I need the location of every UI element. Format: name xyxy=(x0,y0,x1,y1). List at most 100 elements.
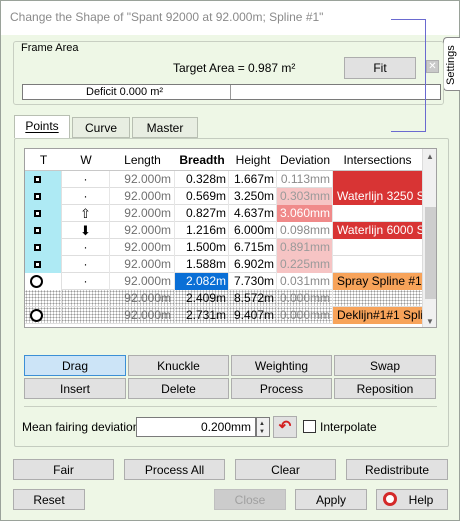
grid-vertical-scrollbar[interactable]: ▲ ▼ xyxy=(422,149,436,327)
deviation-cell[interactable]: 0.031mm xyxy=(277,273,333,290)
weight-cell[interactable] xyxy=(62,290,110,307)
length-cell[interactable]: 92.000m xyxy=(110,256,175,273)
breadth-cell[interactable]: 2.082m xyxy=(175,273,229,290)
spin-down-icon[interactable]: ▼ xyxy=(259,429,265,435)
weight-cell[interactable]: · xyxy=(62,239,110,256)
height-cell[interactable]: 6.715m xyxy=(229,239,277,256)
col-header-intersections[interactable]: Intersections xyxy=(333,153,422,167)
intersection-cell[interactable]: Deklijn#1#1 Spline # xyxy=(333,307,422,324)
intersection-cell[interactable] xyxy=(333,239,422,256)
weight-cell[interactable]: · xyxy=(62,256,110,273)
col-header-breadth[interactable]: Breadth xyxy=(175,153,229,167)
process-all-button[interactable]: Process All xyxy=(124,459,225,480)
table-row[interactable]: · 92.000m 1.500m 6.715m 0.891mm xyxy=(25,239,422,256)
fair-button[interactable]: Fair xyxy=(13,459,114,480)
height-cell[interactable]: 6.000m xyxy=(229,222,277,239)
breadth-cell[interactable]: 1.588m xyxy=(175,256,229,273)
table-row[interactable]: · 92.000m 1.588m 6.902m 0.225mm xyxy=(25,256,422,273)
breadth-cell[interactable]: 0.827m xyxy=(175,205,229,222)
deviation-cell[interactable]: 0.303mm xyxy=(277,188,333,205)
tab-master[interactable]: Master xyxy=(132,117,198,138)
deviation-cell[interactable]: 3.060mm xyxy=(277,205,333,222)
deviation-cell[interactable]: 0.225mm xyxy=(277,256,333,273)
height-cell[interactable]: 3.250m xyxy=(229,188,277,205)
height-cell[interactable]: 6.902m xyxy=(229,256,277,273)
col-header-t[interactable]: T xyxy=(25,153,62,167)
insert-button[interactable]: Insert xyxy=(24,378,126,399)
type-cell[interactable] xyxy=(25,171,62,188)
height-cell[interactable]: 9.407m xyxy=(229,307,277,324)
close-frame-area-icon[interactable]: ✕ xyxy=(426,60,439,73)
spin-up-icon[interactable]: ▲ xyxy=(259,421,265,427)
tab-points[interactable]: Points xyxy=(14,115,70,138)
breadth-cell[interactable]: 1.500m xyxy=(175,239,229,256)
deviation-cell[interactable]: 0.098mm xyxy=(277,222,333,239)
deviation-cell[interactable]: 0.000mm xyxy=(277,290,333,307)
type-cell[interactable] xyxy=(25,273,62,290)
redistribute-button[interactable]: Redistribute xyxy=(346,459,448,480)
length-cell[interactable]: 92.000m xyxy=(110,239,175,256)
height-cell[interactable]: 4.637m xyxy=(229,205,277,222)
weight-cell[interactable]: · xyxy=(62,273,110,290)
interpolate-checkbox[interactable] xyxy=(303,420,316,433)
weight-cell[interactable] xyxy=(62,307,110,324)
knuckle-button[interactable]: Knuckle xyxy=(128,355,229,376)
col-header-height[interactable]: Height xyxy=(229,153,277,167)
points-grid[interactable]: T W Length Breadth Height Deviation Inte… xyxy=(24,148,437,328)
length-cell[interactable]: 92.000m xyxy=(110,171,175,188)
intersection-cell[interactable] xyxy=(333,256,422,273)
swap-button[interactable]: Swap xyxy=(334,355,436,376)
weight-cell[interactable]: ⇧ xyxy=(62,205,110,222)
breadth-cell[interactable]: 2.409m xyxy=(175,290,229,307)
type-cell[interactable] xyxy=(25,239,62,256)
clear-button[interactable]: Clear xyxy=(235,459,336,480)
length-cell[interactable]: 92.000m xyxy=(110,188,175,205)
table-row[interactable]: 92.000m 2.731m 9.407m 0.000mm Deklijn#1#1 Sp… xyxy=(25,307,422,324)
reset-button[interactable]: Reset xyxy=(13,489,85,510)
table-row[interactable]: · 92.000m 0.328m 1.667m 0.113mm xyxy=(25,171,422,188)
breadth-cell[interactable]: 1.216m xyxy=(175,222,229,239)
type-cell[interactable] xyxy=(25,307,62,324)
type-cell[interactable] xyxy=(25,290,62,307)
scroll-down-icon[interactable]: ▼ xyxy=(426,317,434,326)
intersection-cell[interactable] xyxy=(333,171,422,188)
reposition-button[interactable]: Reposition xyxy=(334,378,436,399)
tab-curve[interactable]: Curve xyxy=(72,117,130,138)
type-cell[interactable] xyxy=(25,188,62,205)
length-cell[interactable]: 92.000m xyxy=(110,290,175,307)
drag-button[interactable]: Drag xyxy=(24,355,126,376)
length-cell[interactable]: 92.000m xyxy=(110,222,175,239)
table-row[interactable]: ⬇ 92.000m 1.216m 6.000m 0.098mm Waterlijn 600… xyxy=(25,222,422,239)
intersection-cell[interactable] xyxy=(333,205,422,222)
breadth-cell[interactable]: 0.569m xyxy=(175,188,229,205)
weight-cell[interactable]: · xyxy=(62,188,110,205)
weight-cell[interactable]: ⬇ xyxy=(62,222,110,239)
intersection-cell[interactable]: Spray Spline #1 xyxy=(333,273,422,290)
scroll-thumb[interactable] xyxy=(425,207,436,299)
mean-fairing-input[interactable]: 0.200mm xyxy=(136,417,256,437)
scroll-up-icon[interactable]: ▲ xyxy=(426,152,434,161)
mean-fairing-spinner[interactable]: ▲ ▼ xyxy=(256,417,270,437)
table-row[interactable]: · 92.000m 0.569m 3.250m 0.303mm Waterlijn 325… xyxy=(25,188,422,205)
intersection-cell[interactable]: Waterlijn 3250 Spline xyxy=(333,188,422,205)
weight-cell[interactable]: · xyxy=(62,171,110,188)
intersection-cell[interactable]: Waterlijn 6000 Spline xyxy=(333,222,422,239)
weighting-button[interactable]: Weighting xyxy=(231,355,332,376)
height-cell[interactable]: 8.572m xyxy=(229,290,277,307)
table-row[interactable]: ⇧ 92.000m 0.827m 4.637m 3.060mm xyxy=(25,205,422,222)
help-button[interactable]: Help xyxy=(376,489,448,510)
process-button[interactable]: Process xyxy=(231,378,332,399)
length-cell[interactable]: 92.000m xyxy=(110,307,175,324)
table-row[interactable]: 92.000m 2.409m 8.572m 0.000mm xyxy=(25,290,422,307)
reset-fairing-undo-icon[interactable]: ↶ xyxy=(273,416,297,438)
type-cell[interactable] xyxy=(25,205,62,222)
breadth-cell[interactable]: 0.328m xyxy=(175,171,229,188)
type-cell[interactable] xyxy=(25,222,62,239)
deviation-cell[interactable]: 0.891mm xyxy=(277,239,333,256)
deviation-cell[interactable]: 0.000mm xyxy=(277,307,333,324)
deviation-cell[interactable]: 0.113mm xyxy=(277,171,333,188)
intersection-cell[interactable] xyxy=(333,290,422,307)
type-cell[interactable] xyxy=(25,256,62,273)
apply-button[interactable]: Apply xyxy=(295,489,367,510)
length-cell[interactable]: 92.000m xyxy=(110,273,175,290)
